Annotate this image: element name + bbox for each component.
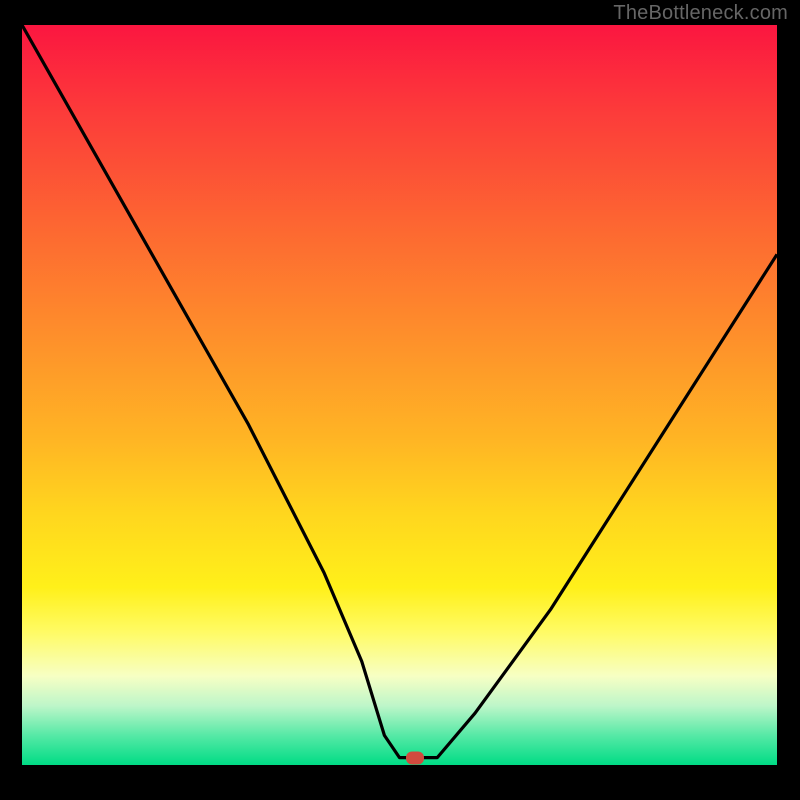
- chart-container: TheBottleneck.com: [0, 0, 800, 800]
- bottleneck-curve: [22, 25, 777, 765]
- watermark-label: TheBottleneck.com: [613, 2, 788, 25]
- plot-area: [22, 25, 777, 765]
- optimal-point-marker: [406, 751, 424, 764]
